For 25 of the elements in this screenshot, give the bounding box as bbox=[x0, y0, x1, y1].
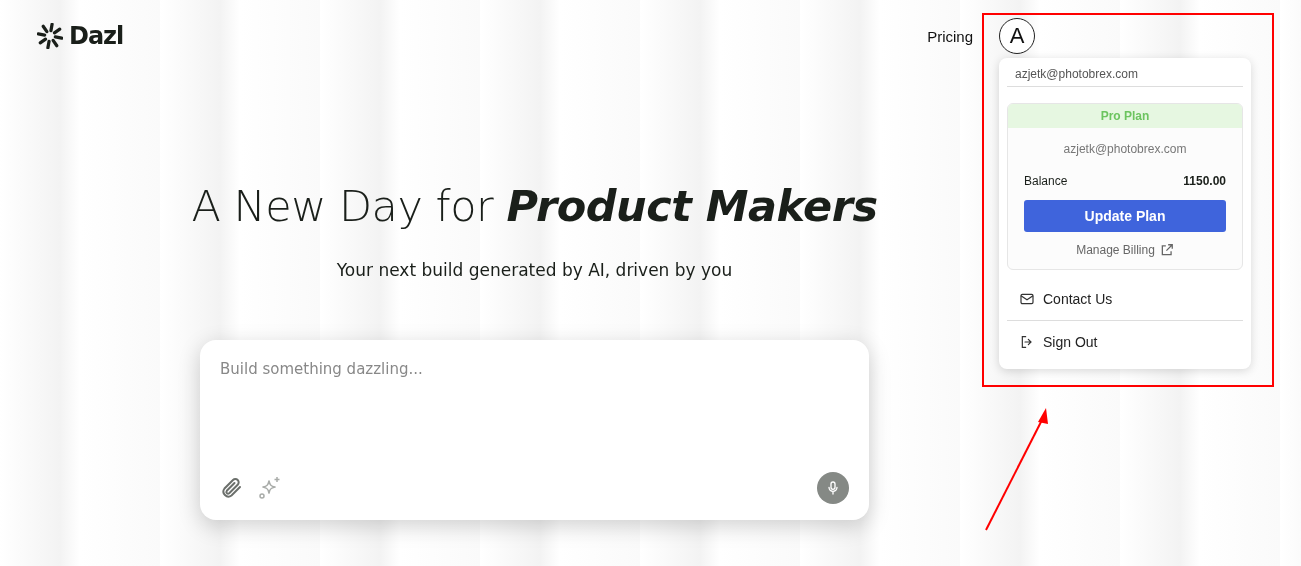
balance-value: 1150.00 bbox=[1183, 174, 1226, 188]
hero-title: A New Day for Product Makers bbox=[191, 181, 878, 231]
attach-button[interactable] bbox=[220, 476, 244, 500]
menu-item[interactable]: Contact Us bbox=[1007, 278, 1243, 320]
avatar-button[interactable]: A bbox=[999, 18, 1035, 54]
hero-subtitle: Your next build generated by AI, driven by you bbox=[336, 260, 733, 280]
external-link-icon bbox=[1159, 243, 1174, 257]
balance-label: Balance bbox=[1024, 174, 1068, 188]
prompt-input[interactable]: Build something dazzling... bbox=[220, 358, 849, 472]
sparkle-icon bbox=[258, 476, 282, 500]
enhance-button[interactable] bbox=[258, 476, 282, 500]
nav-link[interactable]: Pricing bbox=[927, 27, 973, 45]
microphone-button[interactable] bbox=[817, 472, 849, 504]
menu-item[interactable]: Sign Out bbox=[1007, 321, 1243, 363]
update-plan-button[interactable]: Update Plan bbox=[1024, 200, 1226, 232]
plan-email: azjetk@photobrex.com bbox=[1062, 142, 1188, 156]
prompt-field[interactable]: Build something dazzling... bbox=[200, 340, 869, 520]
paperclip-icon bbox=[220, 476, 244, 500]
manage-billing-link[interactable]: Manage Billing bbox=[1076, 243, 1174, 257]
logo-wordmark: Dazl bbox=[69, 22, 124, 50]
microphone-icon bbox=[825, 480, 841, 496]
envelope-icon bbox=[1019, 291, 1035, 307]
logo-icon bbox=[37, 23, 63, 49]
account-email: azjetk@photobrex.com bbox=[1007, 65, 1243, 87]
plan-badge: Pro Plan bbox=[1008, 104, 1242, 128]
